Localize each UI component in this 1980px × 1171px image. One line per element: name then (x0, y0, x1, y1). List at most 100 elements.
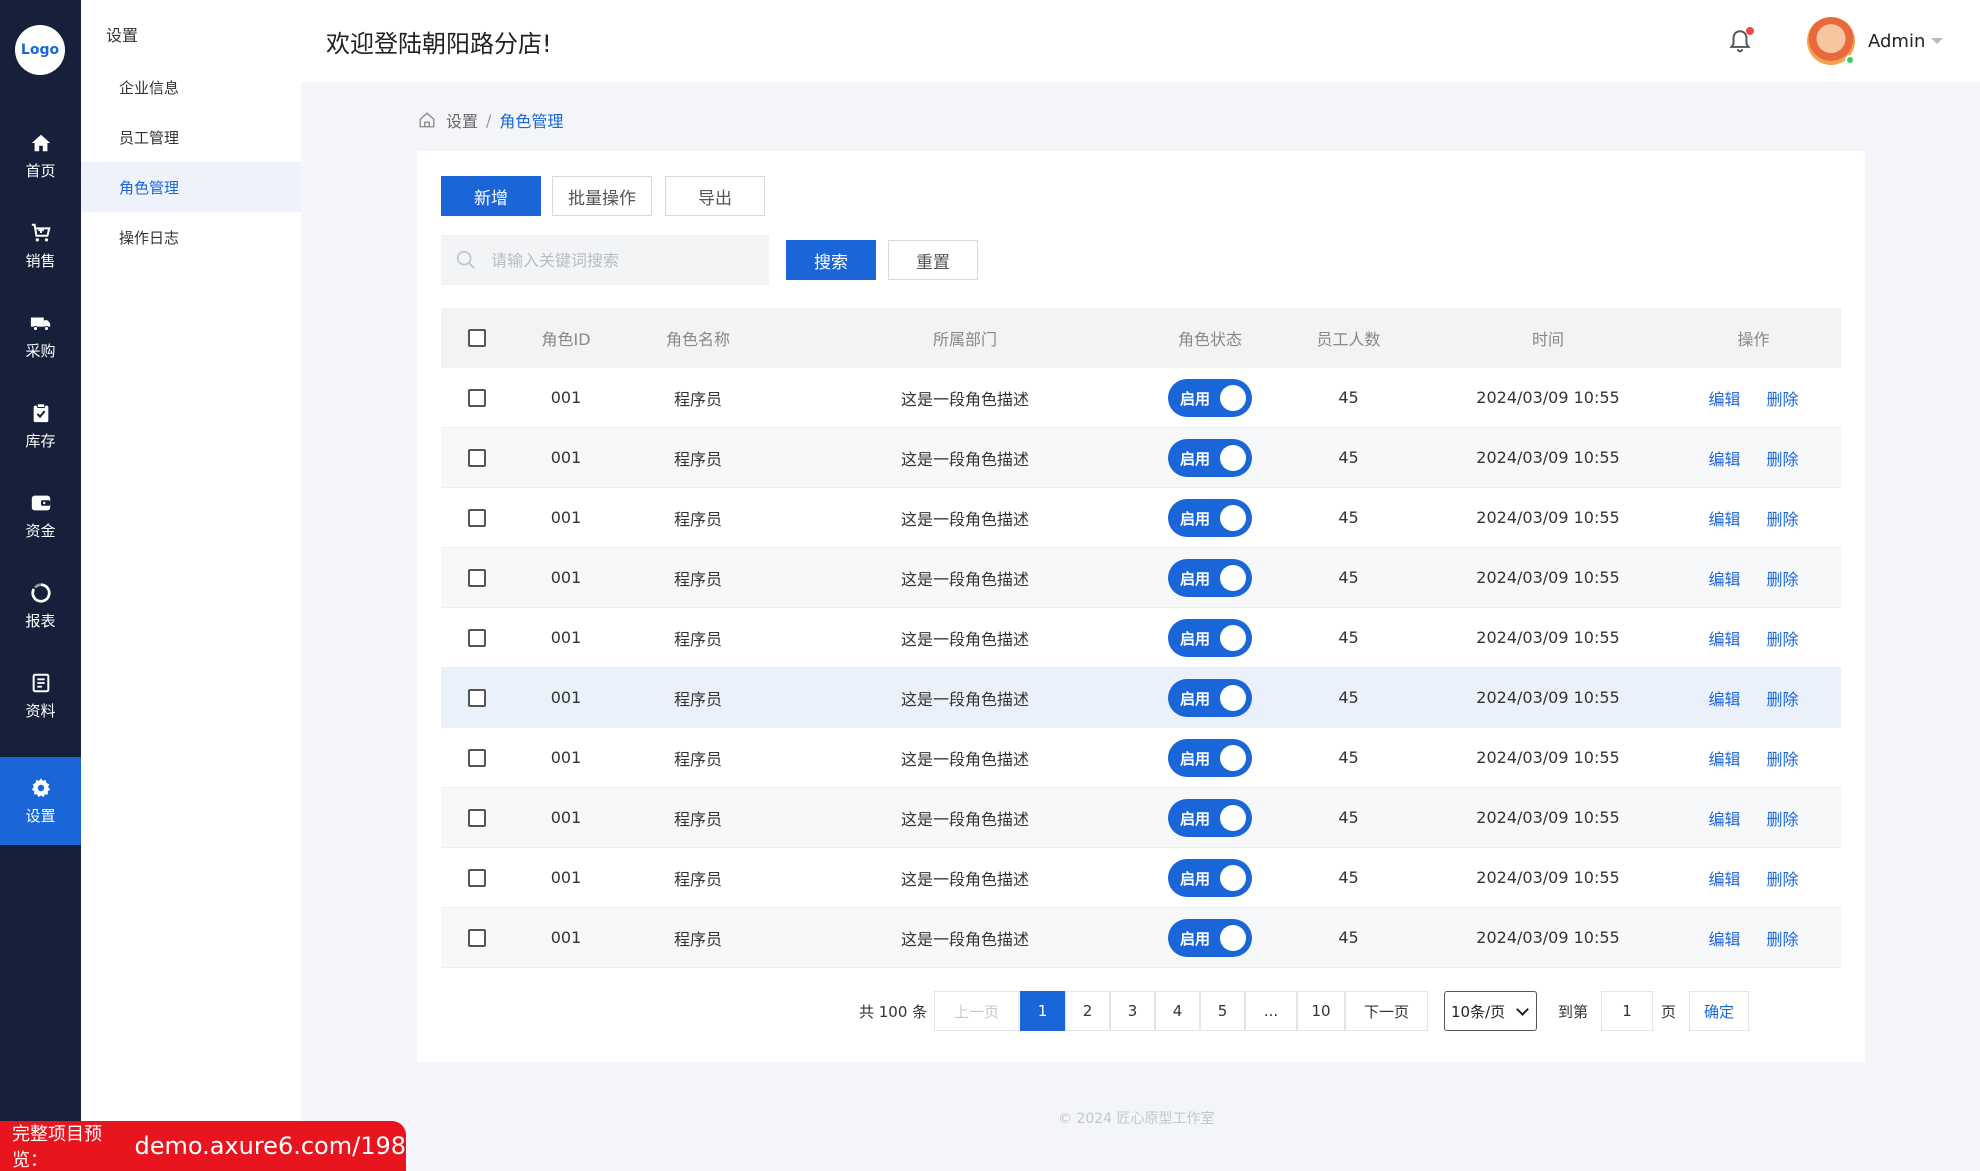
search-button[interactable]: 搜索 (786, 240, 876, 280)
delete-link[interactable]: 删除 (1767, 866, 1799, 890)
subnav-item-company-info[interactable]: 企业信息 (81, 62, 301, 112)
cell-department: 这是一段角色描述 (900, 749, 1029, 769)
row-checkbox[interactable] (468, 568, 486, 587)
cell-role-name: 程序员 (673, 509, 722, 529)
delete-link[interactable]: 删除 (1767, 626, 1799, 650)
nav-item-data[interactable]: 资料 (0, 652, 81, 740)
edit-link[interactable]: 编辑 (1708, 446, 1740, 470)
goto-page-input[interactable]: 1 (1601, 991, 1653, 1031)
status-toggle[interactable]: 启用 (1168, 678, 1252, 717)
page-ellipsis[interactable]: ... (1245, 991, 1297, 1031)
row-checkbox[interactable] (468, 928, 486, 947)
export-button[interactable]: 导出 (665, 176, 765, 216)
cell-department: 这是一段角色描述 (900, 929, 1029, 949)
cell-role-name: 程序员 (673, 749, 722, 769)
nav-item-home[interactable]: 首页 (0, 112, 81, 200)
row-checkbox[interactable] (468, 688, 486, 707)
nav-item-funds[interactable]: 资金 (0, 472, 81, 560)
delete-link[interactable]: 删除 (1767, 806, 1799, 830)
table-row: 001 程序员 这是一段角色描述 启用 45 2024/03/09 10:55 编辑 删除 (441, 428, 1841, 488)
prev-page-button[interactable]: 上一页 (934, 991, 1019, 1031)
nav-item-settings[interactable]: 设置 (0, 757, 81, 845)
welcome-title: 欢迎登陆朝阳路分店! (326, 30, 552, 58)
search-input[interactable] (491, 250, 761, 270)
edit-link[interactable]: 编辑 (1708, 806, 1740, 830)
row-checkbox[interactable] (468, 448, 486, 467)
roles-table: 角色ID 角色名称 所属部门 角色状态 员工人数 时间 操作 001 程序员 这是一… (441, 308, 1841, 968)
delete-link[interactable]: 删除 (1767, 386, 1799, 410)
edit-link[interactable]: 编辑 (1708, 746, 1740, 770)
edit-link[interactable]: 编辑 (1708, 686, 1740, 710)
breadcrumb-current: 角色管理 (499, 112, 564, 131)
home-outline-icon[interactable] (418, 111, 436, 129)
nav-label: 采购 (25, 341, 56, 360)
status-toggle[interactable]: 启用 (1168, 558, 1252, 597)
edit-link[interactable]: 编辑 (1708, 626, 1740, 650)
cell-staff-count: 45 (1338, 868, 1359, 887)
delete-link[interactable]: 删除 (1767, 446, 1799, 470)
select-all-checkbox[interactable] (468, 329, 486, 347)
logo: Logo (15, 25, 65, 75)
batch-operation-button[interactable]: 批量操作 (552, 176, 652, 216)
page-button[interactable]: 2 (1065, 991, 1110, 1031)
status-toggle[interactable]: 启用 (1168, 618, 1252, 657)
column-header: 员工人数 (1316, 330, 1381, 349)
toggle-knob (1220, 684, 1246, 711)
nav-item-purchase[interactable]: 采购 (0, 292, 81, 380)
edit-link[interactable]: 编辑 (1708, 506, 1740, 530)
nav-item-reports[interactable]: 报表 (0, 562, 81, 650)
add-button[interactable]: 新增 (441, 176, 541, 216)
cell-department: 这是一段角色描述 (900, 569, 1029, 589)
page-button[interactable]: 10 (1297, 991, 1345, 1031)
status-toggle[interactable]: 启用 (1168, 498, 1252, 537)
next-page-button[interactable]: 下一页 (1345, 991, 1428, 1031)
delete-link[interactable]: 删除 (1767, 566, 1799, 590)
row-checkbox[interactable] (468, 628, 486, 647)
status-toggle[interactable]: 启用 (1168, 438, 1252, 477)
page-button[interactable]: 1 (1020, 991, 1065, 1031)
app-root: Logo 首页 销售 采购 库存 资金 报表 资料 设置 设置 企业信息 员工管… (0, 0, 1980, 1171)
row-checkbox[interactable] (468, 508, 486, 527)
page-size-select[interactable]: 10条/页 (1444, 991, 1537, 1031)
row-checkbox[interactable] (468, 868, 486, 887)
nav-item-sales[interactable]: 销售 (0, 202, 81, 290)
cell-role-id: 001 (550, 508, 582, 527)
status-label: 启用 (1180, 569, 1211, 588)
subnav-item-logs[interactable]: 操作日志 (81, 212, 301, 262)
confirm-goto-button[interactable]: 确定 (1689, 991, 1749, 1031)
nav-item-inventory[interactable]: 库存 (0, 382, 81, 470)
promo-url[interactable]: demo.axure6.com/198 (134, 1132, 406, 1160)
page-button[interactable]: 4 (1155, 991, 1200, 1031)
page-button[interactable]: 5 (1200, 991, 1245, 1031)
status-toggle[interactable]: 启用 (1168, 378, 1252, 417)
status-toggle[interactable]: 启用 (1168, 798, 1252, 837)
edit-link[interactable]: 编辑 (1708, 926, 1740, 950)
subnav-item-staff[interactable]: 员工管理 (81, 112, 301, 162)
status-toggle[interactable]: 启用 (1168, 918, 1252, 957)
subnav-item-roles[interactable]: 角色管理 (81, 162, 301, 212)
column-header: 操作 (1737, 330, 1770, 349)
status-toggle[interactable]: 启用 (1168, 858, 1252, 897)
status-toggle[interactable]: 启用 (1168, 738, 1252, 777)
row-checkbox[interactable] (468, 748, 486, 767)
clipboard-check-icon (33, 402, 48, 422)
row-checkbox[interactable] (468, 388, 486, 407)
user-name[interactable]: Admin (1868, 31, 1925, 52)
delete-link[interactable]: 删除 (1767, 506, 1799, 530)
delete-link[interactable]: 删除 (1767, 686, 1799, 710)
subnav-title: 设置 (106, 26, 139, 45)
secondary-sidebar: 设置 企业信息 员工管理 角色管理 操作日志 (81, 0, 301, 1171)
toggle-knob (1220, 864, 1246, 891)
edit-link[interactable]: 编辑 (1708, 866, 1740, 890)
row-checkbox[interactable] (468, 808, 486, 827)
delete-link[interactable]: 删除 (1767, 746, 1799, 770)
cell-department: 这是一段角色描述 (900, 869, 1029, 889)
breadcrumb-parent[interactable]: 设置 (446, 108, 478, 132)
page-button[interactable]: 3 (1110, 991, 1155, 1031)
reset-button[interactable]: 重置 (888, 240, 978, 280)
edit-link[interactable]: 编辑 (1708, 386, 1740, 410)
edit-link[interactable]: 编辑 (1708, 566, 1740, 590)
delete-link[interactable]: 删除 (1767, 926, 1799, 950)
chevron-down-icon[interactable] (1931, 38, 1943, 44)
promo-banner[interactable]: 完整项目预览： demo.axure6.com/198 (0, 1121, 406, 1171)
